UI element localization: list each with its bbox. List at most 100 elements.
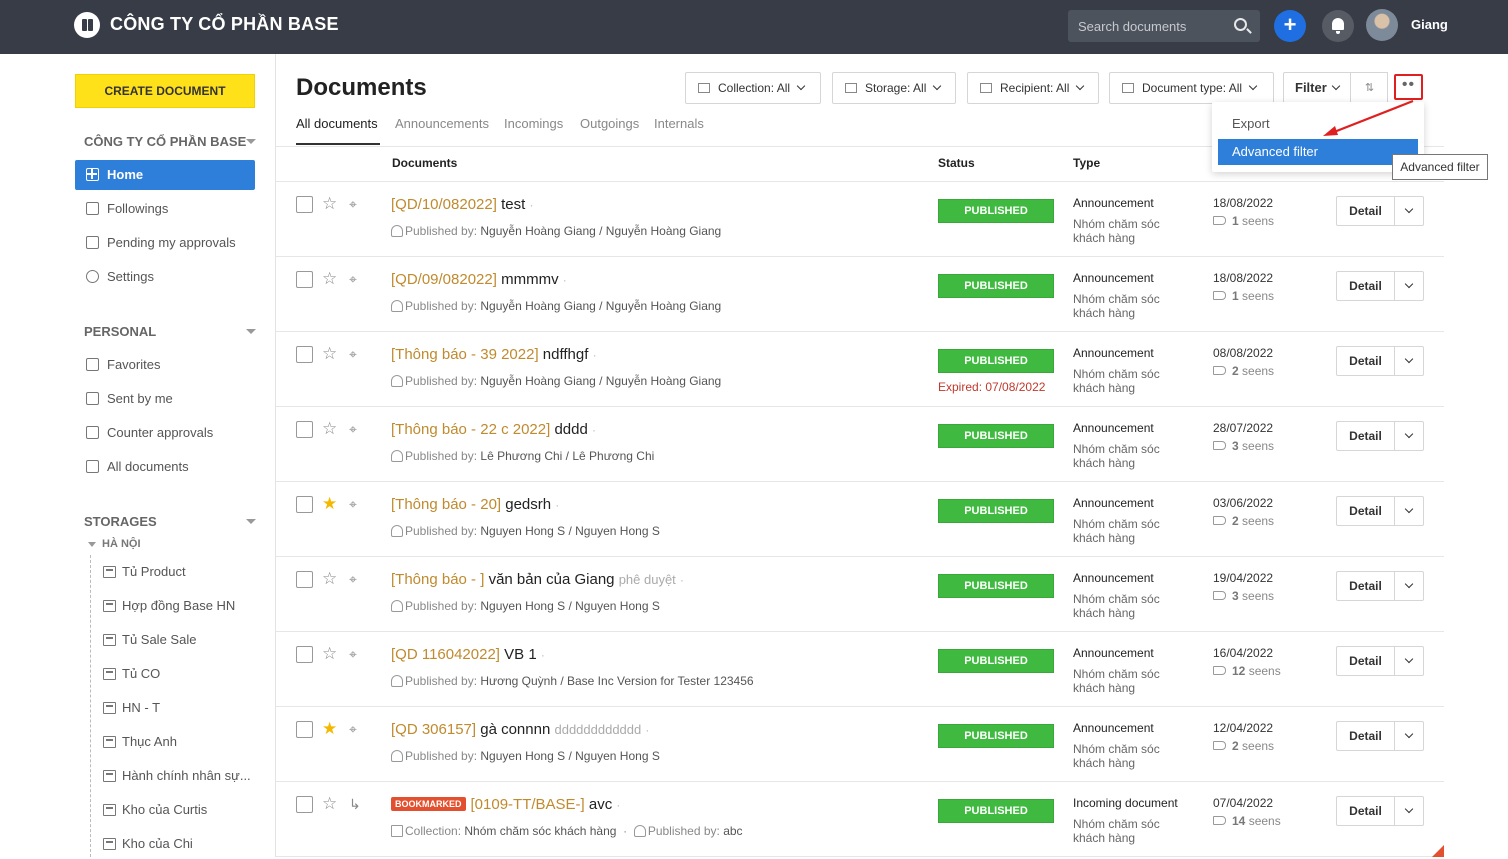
star-icon[interactable]: ☆ xyxy=(322,269,337,289)
storage-item[interactable]: Kho của Curtis xyxy=(100,795,260,825)
caret-down-icon[interactable] xyxy=(246,519,256,524)
pin-icon[interactable]: ⌖ xyxy=(349,194,357,214)
document-title[interactable]: [QD 116042022] VB 1 · xyxy=(391,646,545,663)
pin-icon[interactable]: ⌖ xyxy=(349,344,357,364)
search-box[interactable] xyxy=(1068,10,1260,42)
document-code[interactable]: [0109-TT/BASE-] xyxy=(471,796,585,813)
row-checkbox[interactable] xyxy=(296,271,313,288)
document-title[interactable]: [QD/09/082022] mmmmv · xyxy=(391,271,567,288)
sidebar-item-all-documents[interactable]: All documents xyxy=(75,452,255,482)
sidebar-item-counter[interactable]: Counter approvals xyxy=(75,418,255,448)
document-name[interactable]: mmmmv xyxy=(501,271,558,288)
document-code[interactable]: [QD/10/082022] xyxy=(391,196,497,213)
document-title[interactable]: [QD/10/082022] test · xyxy=(391,196,533,213)
row-checkbox[interactable] xyxy=(296,196,313,213)
star-icon[interactable]: ☆ xyxy=(322,419,337,439)
document-name[interactable]: gà connnn xyxy=(480,721,550,738)
user-name[interactable]: Giang xyxy=(1411,17,1448,32)
row-checkbox[interactable] xyxy=(296,646,313,663)
row-checkbox[interactable] xyxy=(296,796,313,813)
table-row[interactable]: ☆ ↳ BOOKMARKED [0109-TT/BASE-] avc · Collect… xyxy=(276,782,1444,857)
sidebar-item-favorites[interactable]: Favorites xyxy=(75,350,255,380)
tab-internals[interactable]: Internals xyxy=(654,116,704,131)
star-icon[interactable]: ☆ xyxy=(322,794,337,814)
detail-button[interactable]: Detail xyxy=(1337,572,1395,600)
add-button[interactable]: + xyxy=(1274,10,1306,42)
table-row[interactable]: ☆ ⌖ [QD/10/082022] test · Published by: Ngu… xyxy=(276,182,1444,257)
storage-group[interactable]: HÀ NỘI xyxy=(88,538,141,550)
detail-button[interactable]: Detail xyxy=(1337,797,1395,825)
row-checkbox[interactable] xyxy=(296,421,313,438)
table-row[interactable]: ★ ⌖ [QD 306157] gà connnn dddddddddddd · Pu… xyxy=(276,707,1444,782)
table-row[interactable]: ☆ ⌖ [QD 116042022] VB 1 · Published by: Hươ… xyxy=(276,632,1444,707)
caret-down-icon[interactable] xyxy=(88,541,96,547)
pin-icon[interactable]: ⌖ xyxy=(349,719,357,739)
storage-item[interactable]: Hành chính nhân sự... xyxy=(100,761,260,791)
detail-button[interactable]: Detail xyxy=(1337,272,1395,300)
caret-down-icon[interactable] xyxy=(246,329,256,334)
collection-filter[interactable]: Collection: All xyxy=(685,72,821,104)
tab-outgoings[interactable]: Outgoings xyxy=(580,116,639,131)
document-code[interactable]: [QD 116042022] xyxy=(391,646,500,663)
row-checkbox[interactable] xyxy=(296,346,313,363)
storage-item[interactable]: Tủ Product xyxy=(100,557,260,587)
detail-button[interactable]: Detail xyxy=(1337,347,1395,375)
tab-all-documents[interactable]: All documents xyxy=(296,116,378,131)
document-title[interactable]: [Thông báo - 22 c 2022] dddd · xyxy=(391,421,596,438)
star-icon[interactable]: ☆ xyxy=(322,569,337,589)
reply-icon[interactable]: ↳ xyxy=(349,794,361,814)
detail-button[interactable]: Detail xyxy=(1337,197,1395,225)
chevron-down-icon[interactable] xyxy=(1404,804,1414,814)
document-code[interactable]: [Thông báo - ] xyxy=(391,571,484,588)
storage-item[interactable]: Thục Anh xyxy=(100,727,260,757)
row-checkbox[interactable] xyxy=(296,721,313,738)
storage-item[interactable]: HN - T xyxy=(100,693,260,723)
pin-icon[interactable]: ⌖ xyxy=(349,494,357,514)
sidebar-item-settings[interactable]: Settings xyxy=(75,262,255,292)
storage-item[interactable]: Kho của Chi xyxy=(100,829,260,859)
sidebar-item-pending[interactable]: Pending my approvals xyxy=(75,228,255,258)
chevron-down-icon[interactable] xyxy=(1404,654,1414,664)
document-name[interactable]: ndffhgf xyxy=(543,346,589,363)
document-title[interactable]: [Thông báo - ] văn bản của Giang phê duy… xyxy=(391,571,684,588)
detail-button[interactable]: Detail xyxy=(1337,722,1395,750)
star-icon[interactable]: ★ xyxy=(322,719,337,739)
document-title[interactable]: [QD 306157] gà connnn dddddddddddd · xyxy=(391,721,649,738)
document-name[interactable]: avc xyxy=(589,796,612,813)
tab-announcements[interactable]: Announcements xyxy=(395,116,489,131)
chevron-down-icon[interactable] xyxy=(1404,504,1414,514)
logo-icon[interactable] xyxy=(74,12,100,38)
section-personal[interactable]: PERSONAL xyxy=(84,324,256,339)
document-name[interactable]: gedsrh xyxy=(505,496,551,513)
table-row[interactable]: ☆ ⌖ [Thông báo - ] văn bản của Giang phê d… xyxy=(276,557,1444,632)
sidebar-item-followings[interactable]: Followings xyxy=(75,194,255,224)
detail-button[interactable]: Detail xyxy=(1337,422,1395,450)
section-company[interactable]: CÔNG TY CỔ PHẦN BASE xyxy=(84,134,256,149)
detail-button[interactable]: Detail xyxy=(1337,647,1395,675)
document-title[interactable]: [Thông báo - 39 2022] ndffhgf · xyxy=(391,346,597,363)
storage-item[interactable]: Hợp đồng Base HN xyxy=(100,591,260,621)
pin-icon[interactable]: ⌖ xyxy=(349,569,357,589)
pin-icon[interactable]: ⌖ xyxy=(349,269,357,289)
menu-item-advanced-filter[interactable]: Advanced filter xyxy=(1218,139,1418,165)
chevron-down-icon[interactable] xyxy=(1404,279,1414,289)
chevron-down-icon[interactable] xyxy=(1404,429,1414,439)
row-checkbox[interactable] xyxy=(296,496,313,513)
bell-icon[interactable] xyxy=(1322,10,1354,42)
table-row[interactable]: ☆ ⌖ [Thông báo - 39 2022] ndffhgf · Publish… xyxy=(276,332,1444,407)
document-type-filter[interactable]: Document type: All xyxy=(1109,72,1274,104)
storage-filter[interactable]: Storage: All xyxy=(832,72,956,104)
chevron-down-icon[interactable] xyxy=(1404,354,1414,364)
document-code[interactable]: [Thông báo - 22 c 2022] xyxy=(391,421,550,438)
storage-item[interactable]: Tủ CO xyxy=(100,659,260,689)
caret-down-icon[interactable] xyxy=(246,139,256,144)
document-name[interactable]: test xyxy=(501,196,525,213)
pin-icon[interactable]: ⌖ xyxy=(349,644,357,664)
search-input[interactable] xyxy=(1078,16,1228,36)
document-code[interactable]: [QD/09/082022] xyxy=(391,271,497,288)
chevron-down-icon[interactable] xyxy=(1404,729,1414,739)
create-document-button[interactable]: CREATE DOCUMENT xyxy=(75,74,255,108)
chevron-down-icon[interactable] xyxy=(1404,204,1414,214)
document-title[interactable]: [Thông báo - 20] gedsrh · xyxy=(391,496,559,513)
document-name[interactable]: VB 1 xyxy=(504,646,537,663)
